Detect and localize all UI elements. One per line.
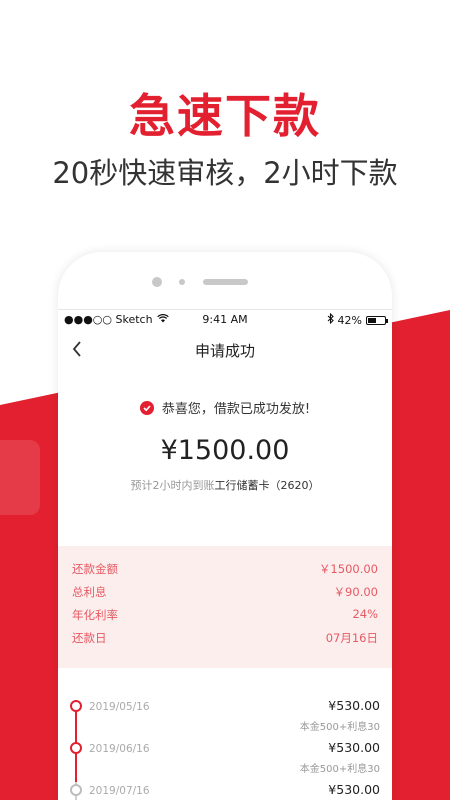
summary-label: 总利息 bbox=[72, 585, 107, 599]
background-panel bbox=[0, 440, 40, 515]
phone-mockup: ●●●○○ Sketch 9:41 AM 42% 申请成功 恭喜您，借款已成功发… bbox=[58, 252, 392, 800]
summary-value: ￥90.00 bbox=[333, 585, 378, 599]
summary-value: 07月16日 bbox=[325, 631, 378, 645]
loan-summary: 还款金额 ￥1500.00 总利息 ￥90.00 年化利率 24% 还款日 07月16日 bbox=[58, 546, 392, 668]
success-message: 恭喜您，借款已成功发放! bbox=[58, 398, 392, 417]
summary-row: 年化利率 24% bbox=[72, 607, 378, 623]
summary-label: 年化利率 bbox=[72, 608, 118, 622]
schedule-amount: ¥530.00 bbox=[328, 782, 380, 797]
schedule-amount: ¥530.00 bbox=[328, 698, 380, 713]
schedule-detail: 本金500+利息30 bbox=[299, 764, 380, 775]
front-sensor bbox=[179, 279, 185, 285]
app-screen: ●●●○○ Sketch 9:41 AM 42% 申请成功 恭喜您，借款已成功发… bbox=[58, 309, 392, 800]
arrival-estimate: 预计2小时内到账工行储蓄卡（2620） bbox=[58, 477, 392, 493]
summary-row: 还款日 07月16日 bbox=[72, 630, 378, 646]
schedule-detail: 本金500+利息30 bbox=[299, 722, 380, 733]
summary-row: 总利息 ￥90.00 bbox=[72, 584, 378, 600]
summary-label: 还款金额 bbox=[72, 562, 118, 576]
schedule-date: 2019/06/16 bbox=[89, 743, 150, 755]
summary-value: 24% bbox=[352, 607, 378, 621]
battery-percent: 42% bbox=[337, 313, 362, 327]
battery-level bbox=[368, 317, 376, 323]
schedule-date: 2019/05/16 bbox=[89, 701, 150, 713]
check-circle-icon bbox=[139, 400, 154, 415]
summary-row: 还款金额 ￥1500.00 bbox=[72, 561, 378, 577]
battery-icon bbox=[366, 315, 388, 325]
page-title: 申请成功 bbox=[194, 342, 255, 360]
front-camera bbox=[152, 277, 162, 287]
timeline-dot bbox=[70, 784, 82, 796]
earpiece-speaker bbox=[203, 279, 248, 285]
status-bar: ●●●○○ Sketch 9:41 AM 42% bbox=[58, 310, 392, 330]
bank-card: 工行储蓄卡（2620） bbox=[214, 479, 320, 492]
arrival-estimate-text: 预计2小时内到账 bbox=[130, 479, 215, 492]
schedule-date: 2019/07/16 bbox=[89, 785, 150, 797]
promo-subline: 20秒快速审核，2小时下款 bbox=[52, 156, 398, 190]
loan-amount: ¥1500.00 bbox=[160, 435, 290, 466]
summary-value: ￥1500.00 bbox=[318, 562, 378, 576]
timeline-dot bbox=[70, 700, 82, 712]
schedule-amount: ¥530.00 bbox=[328, 740, 380, 755]
summary-label: 还款日 bbox=[72, 631, 107, 645]
success-text: 恭喜您，借款已成功发放! bbox=[161, 402, 311, 417]
nav-bar: 申请成功 bbox=[58, 330, 392, 368]
repayment-schedule: 2019/05/16 ¥530.00 本金500+利息30 2019/06/16 ¥53… bbox=[58, 682, 392, 800]
timeline-dot bbox=[70, 742, 82, 754]
promo-headline: 急速下款 bbox=[129, 89, 321, 143]
bluetooth-icon bbox=[327, 312, 334, 327]
